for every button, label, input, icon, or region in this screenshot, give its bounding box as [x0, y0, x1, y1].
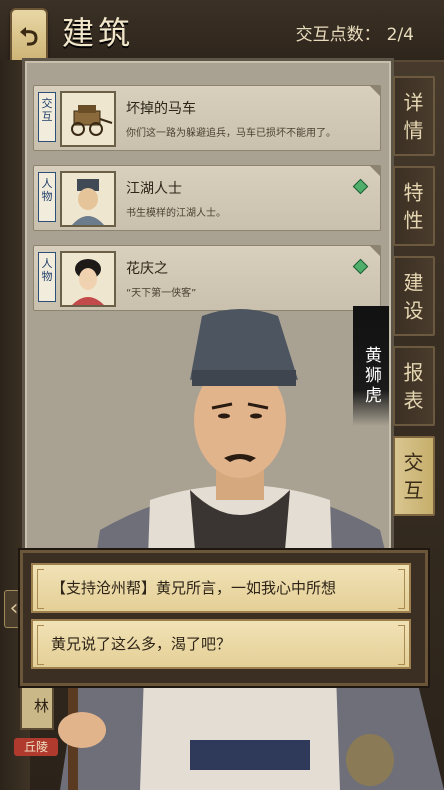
- card-title: 江湖人士: [126, 181, 182, 197]
- back-arrow-icon: [20, 27, 38, 46]
- card-type-label: 人物: [38, 252, 56, 302]
- carriage-icon: [60, 91, 116, 147]
- dialog-option-1[interactable]: 【支持沧州帮】黄兄所言，一如我心中所想: [31, 563, 411, 613]
- tab-traits[interactable]: 特性: [393, 166, 435, 246]
- card-description: 你们这一路为躲避追兵，马车已损坏不能用了。: [126, 128, 336, 139]
- speaker-name: 黄狮虎: [353, 306, 389, 426]
- page-title: 建筑: [62, 14, 135, 52]
- interaction-points: 交互点数： 2/4: [296, 20, 414, 45]
- heroine-portrait-icon: [60, 251, 116, 307]
- card-type-label: 交互: [38, 92, 56, 142]
- scholar-portrait-icon: [60, 171, 116, 227]
- card-title: 坏掉的马车: [126, 101, 196, 117]
- card-description: “天下第一侠客”: [126, 288, 197, 299]
- list-item-card[interactable]: 人物 江湖人士 书生模样的江湖人士。: [33, 165, 381, 231]
- card-description: 书生模样的江湖人士。: [126, 208, 226, 219]
- gem-icon: [352, 178, 369, 195]
- points-value: 2/4: [386, 25, 414, 45]
- card-type-label: 人物: [38, 172, 56, 222]
- points-label: 交互点数：: [295, 25, 381, 45]
- list-item-card[interactable]: 交互 坏掉的马车 你们这一路为躲避追兵，马车已损坏不能用了。: [33, 85, 381, 151]
- dialog-options-frame: 【支持沧州帮】黄兄所言，一如我心中所想 黄兄说了这么多，渴了吧？: [20, 550, 428, 686]
- dialog-option-2[interactable]: 黄兄说了这么多，渴了吧？: [31, 619, 411, 669]
- card-title: 花庆之: [126, 261, 168, 277]
- gem-icon: [352, 258, 369, 275]
- tab-details[interactable]: 详情: [393, 76, 435, 156]
- top-bar: 建筑 交互点数： 2/4: [0, 0, 444, 72]
